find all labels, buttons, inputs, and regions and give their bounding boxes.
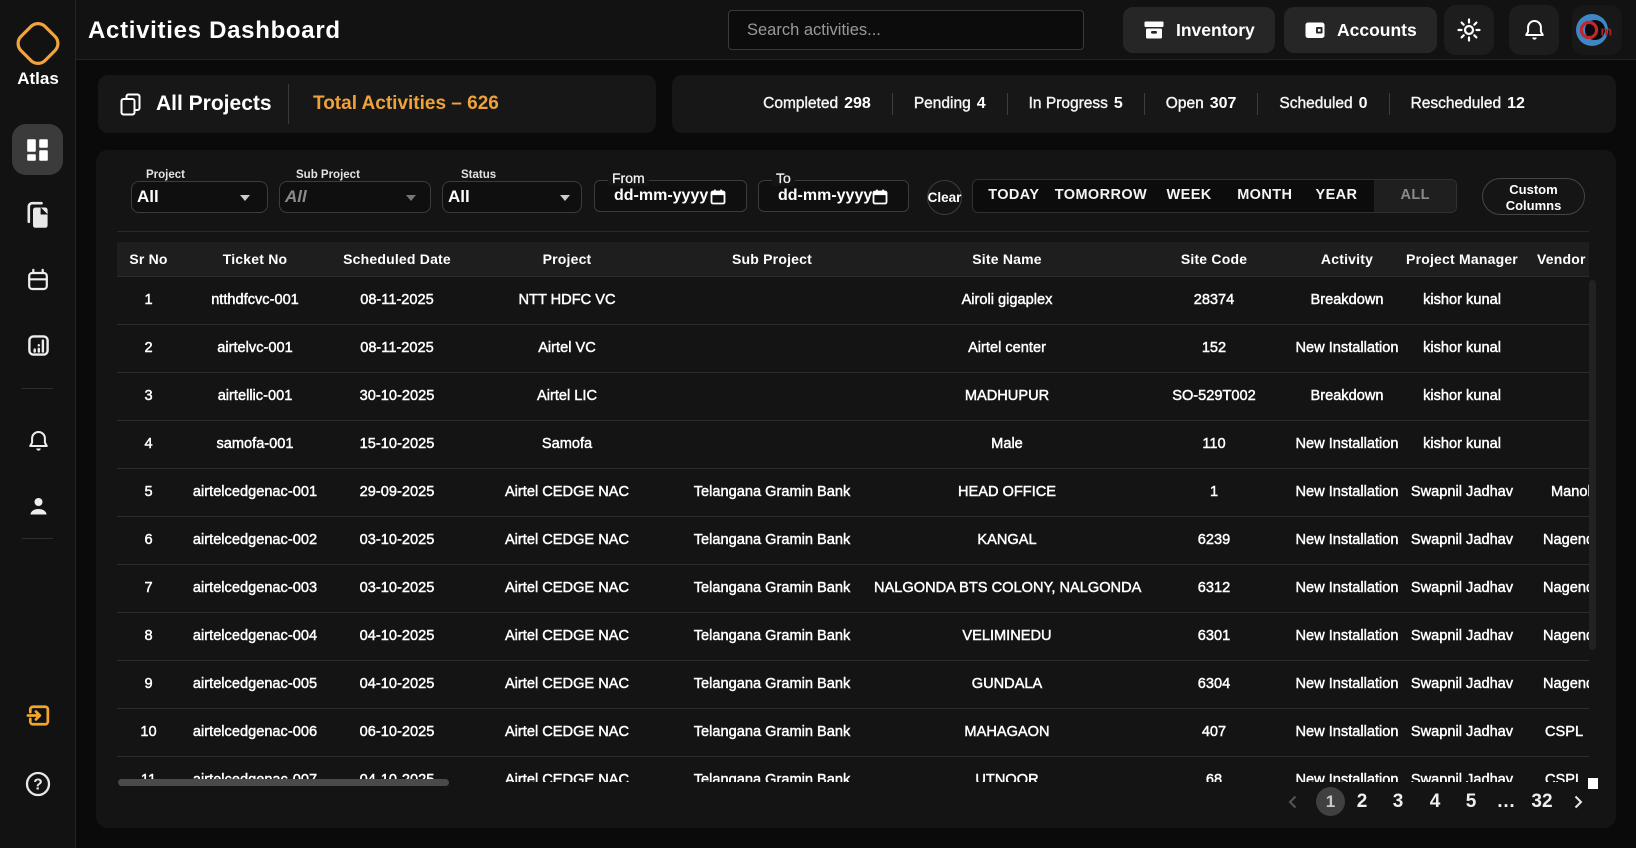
svg-text:?: ? [33, 777, 42, 794]
svg-text:m: m [1601, 24, 1613, 39]
